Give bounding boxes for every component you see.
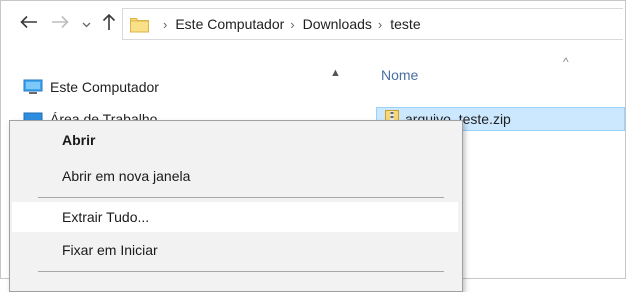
menu-item-abrir[interactable]: Abrir [12, 125, 458, 155]
address-bar[interactable]: › Este Computador › Downloads › teste [122, 8, 623, 40]
arrow-up-icon [102, 13, 116, 30]
recent-locations-button[interactable] [76, 15, 96, 35]
back-button[interactable] [19, 12, 39, 32]
column-header-nome[interactable]: Nome [381, 67, 418, 83]
breadcrumb-este-computador[interactable]: Este Computador [175, 16, 284, 32]
chevron-right-icon[interactable]: › [378, 17, 382, 32]
computer-icon [23, 79, 43, 95]
menu-item-abrir-em-nova-janela[interactable]: Abrir em nova janela [12, 161, 458, 191]
chevron-right-icon[interactable]: › [290, 17, 294, 32]
chevron-down-icon [82, 22, 90, 28]
context-menu: Abrir Abrir em nova janela Extrair Tudo.… [9, 120, 463, 292]
chevron-right-icon: › [163, 16, 168, 32]
forward-button[interactable] [50, 12, 70, 32]
navigation-bar: › Este Computador › Downloads › teste [1, 1, 625, 47]
sort-ascending-icon: ^ [563, 55, 569, 69]
menu-separator [38, 271, 444, 272]
arrow-right-icon [52, 15, 69, 29]
menu-item-extrair-tudo[interactable]: Extrair Tudo... [12, 202, 458, 232]
nav-item-label: Este Computador [50, 79, 159, 95]
breadcrumb-downloads[interactable]: Downloads [303, 16, 372, 32]
menu-separator [38, 197, 444, 198]
scroll-up-icon[interactable]: ▲ [330, 67, 341, 79]
menu-item-fixar-em-iniciar[interactable]: Fixar em Iniciar [12, 235, 458, 265]
breadcrumb-teste[interactable]: teste [390, 16, 420, 32]
folder-icon [130, 16, 149, 33]
arrow-left-icon [20, 15, 37, 29]
nav-item-este-computador[interactable]: Este Computador [23, 75, 159, 99]
up-button[interactable] [99, 12, 119, 32]
